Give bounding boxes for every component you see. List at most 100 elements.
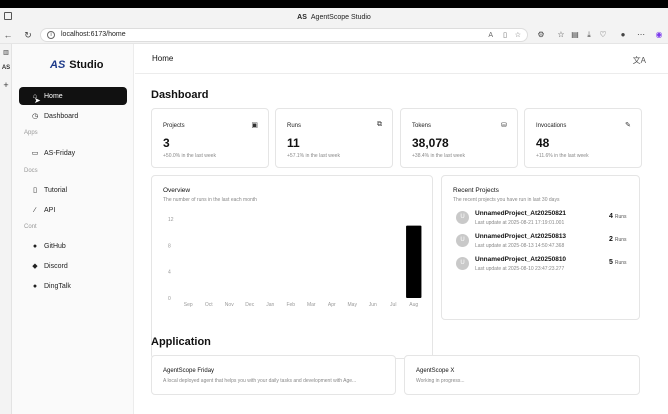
- refresh-icon[interactable]: ↻: [22, 29, 34, 41]
- coins-icon: ⛁: [501, 122, 507, 129]
- extensions-icon[interactable]: ⚙: [536, 30, 546, 40]
- section-label-apps: Apps: [24, 130, 38, 136]
- stat-card-runs[interactable]: Runs ⧉ 11 +57.1% in the last week: [275, 108, 393, 168]
- workspaces-icon[interactable]: [4, 12, 12, 20]
- x-tick-label: Jan: [266, 302, 274, 308]
- page-title: Home: [152, 54, 174, 63]
- project-name: UnnamedProject_At20250813: [475, 233, 567, 240]
- chat-icon: ▭: [31, 150, 39, 157]
- project-runs: 2 Runs: [609, 236, 627, 243]
- address-bar[interactable]: i localhost:6173/home A ▯ ☆: [40, 28, 528, 42]
- tab-panel-icon[interactable]: ▥: [1, 48, 11, 58]
- x-tick-label: Nov: [225, 302, 234, 308]
- sidebar-item-label: Tutorial: [44, 186, 68, 194]
- list-item[interactable]: U UnnamedProject_At20250813 Last update …: [454, 231, 627, 251]
- book-icon: ▯: [33, 187, 37, 194]
- collections-icon[interactable]: ▤: [570, 30, 580, 40]
- tab-agentscope-icon[interactable]: AS: [1, 63, 11, 73]
- sidebar-item-as-friday[interactable]: ▭ AS-Friday: [19, 144, 127, 162]
- app-card-description: A local deployed agent that helps you wi…: [163, 378, 357, 384]
- y-tick-label: 12: [168, 217, 174, 223]
- sidebar-item-api[interactable]: ∕ API: [19, 201, 127, 219]
- application-heading: Application: [151, 336, 211, 348]
- overview-panel: Overview The number of runs in the last …: [151, 175, 433, 359]
- layers-icon: ⧉: [377, 121, 382, 128]
- project-name: UnnamedProject_At20250821: [475, 210, 567, 217]
- stat-value: 11: [287, 136, 300, 150]
- section-label-docs: Docs: [24, 168, 38, 174]
- language-switch-icon[interactable]: 文A: [633, 55, 646, 66]
- stat-change: +38.4% in the last week: [412, 153, 465, 159]
- project-runs: 5 Runs: [609, 259, 627, 266]
- profile-avatar-icon[interactable]: ●: [618, 30, 628, 40]
- browser-toolbar: ← ↻ i localhost:6173/home A ▯ ☆ ⚙ ☆ ▤ ⤓ …: [0, 26, 668, 44]
- brand-logo[interactable]: AS Studio: [50, 59, 104, 71]
- sidebar-item-discord[interactable]: ◆ Discord: [19, 257, 127, 275]
- x-tick-label: Jun: [369, 302, 377, 308]
- copilot-icon[interactable]: ◉: [654, 30, 664, 40]
- project-avatar-icon: U: [456, 234, 469, 247]
- app-sidebar: AS Studio ⌂ Home ◷ Dashboard Apps ▭ AS-Fr…: [12, 44, 134, 414]
- stat-card-projects[interactable]: Projects ▣ 3 +50.0% in the last week: [151, 108, 269, 168]
- favorite-star-icon[interactable]: ☆: [515, 30, 521, 42]
- more-options-icon[interactable]: ⋯: [636, 30, 646, 40]
- new-tab-icon[interactable]: +: [1, 80, 11, 90]
- x-tick-label: Jul: [390, 302, 396, 308]
- sidebar-item-github[interactable]: ● GitHub: [19, 237, 127, 255]
- app-card-agentscope-x[interactable]: AgentScope X Working in progress...: [404, 355, 640, 395]
- sidebar-item-label: Discord: [44, 262, 68, 270]
- section-label-contact: Cont: [24, 224, 37, 230]
- read-aloud-icon[interactable]: A: [488, 30, 493, 42]
- stat-label: Invocations: [536, 123, 567, 129]
- stat-card-tokens[interactable]: Tokens ⛁ 38,078 +38.4% in the last week: [400, 108, 518, 168]
- stat-change: +50.0% in the last week: [163, 153, 216, 159]
- stat-change: +57.1% in the last week: [287, 153, 340, 159]
- x-tick-label: Oct: [205, 302, 213, 308]
- wrench-icon: ✎: [625, 122, 631, 129]
- vertical-tab-strip: ▥ AS +: [0, 44, 12, 414]
- sidebar-item-label: GitHub: [44, 242, 66, 250]
- sidebar-item-dashboard[interactable]: ◷ Dashboard: [19, 107, 127, 125]
- overview-chart: 0 4 8 12 Sep Oct Nov Dec Jan Feb Mar Apr May Jun Jul Au…: [168, 217, 422, 308]
- browser-title-bar: AS AgentScope Studio: [0, 8, 668, 26]
- split-screen-icon[interactable]: ▯: [503, 30, 507, 42]
- github-icon: ●: [32, 242, 38, 250]
- app-card-title: AgentScope X: [416, 368, 455, 374]
- stat-value: 48: [536, 136, 550, 150]
- page-header: Home 文A: [135, 44, 668, 74]
- chart-bar-aug[interactable]: [406, 225, 422, 298]
- list-item[interactable]: U UnnamedProject_At20250810 Last update …: [454, 254, 627, 274]
- favorites-icon[interactable]: ☆: [556, 30, 566, 40]
- y-tick-label: 8: [168, 243, 171, 249]
- downloads-icon[interactable]: ⤓: [584, 30, 594, 40]
- site-info-icon[interactable]: i: [47, 31, 55, 39]
- sidebar-item-label: API: [44, 206, 56, 214]
- project-updated: Last update at 2025-08-21 17:19:01.001: [475, 220, 565, 226]
- recent-projects-subtitle: The recent projects you have run in last…: [453, 197, 560, 203]
- brand-mark: AS: [50, 59, 66, 71]
- app-card-agentscope-friday[interactable]: AgentScope Friday A local deployed agent…: [151, 355, 396, 395]
- screen-top-bar: [0, 0, 668, 8]
- dingtalk-icon: ●: [32, 282, 38, 290]
- project-updated: Last update at 2025-08-10 23:47:23.277: [475, 266, 565, 272]
- back-icon[interactable]: ←: [2, 29, 14, 41]
- list-item[interactable]: U UnnamedProject_At20250821 Last update …: [454, 208, 627, 228]
- title-logo: AS: [297, 13, 307, 21]
- sidebar-item-tutorial[interactable]: ▯ Tutorial: [19, 181, 127, 199]
- y-tick-label: 4: [168, 270, 171, 276]
- x-tick-label: Mar: [307, 302, 316, 308]
- brand-name: Studio: [69, 59, 104, 71]
- app-card-title: AgentScope Friday: [163, 368, 215, 374]
- y-tick-label: 0: [168, 296, 171, 302]
- app-card-description: Working in progress...: [416, 378, 465, 384]
- stat-card-invocations[interactable]: Invocations ✎ 48 +11.6% in the last week: [524, 108, 642, 168]
- stat-label: Projects: [163, 123, 185, 129]
- sidebar-item-label: AS-Friday: [44, 149, 76, 157]
- browser-essentials-icon[interactable]: ♡: [598, 30, 608, 40]
- x-tick-label: May: [348, 302, 358, 308]
- x-tick-label: Apr: [328, 302, 336, 308]
- stat-value: 3: [163, 136, 170, 150]
- sidebar-item-label: DingTalk: [44, 282, 71, 290]
- sidebar-item-dingtalk[interactable]: ● DingTalk: [19, 277, 127, 295]
- project-avatar-icon: U: [456, 257, 469, 270]
